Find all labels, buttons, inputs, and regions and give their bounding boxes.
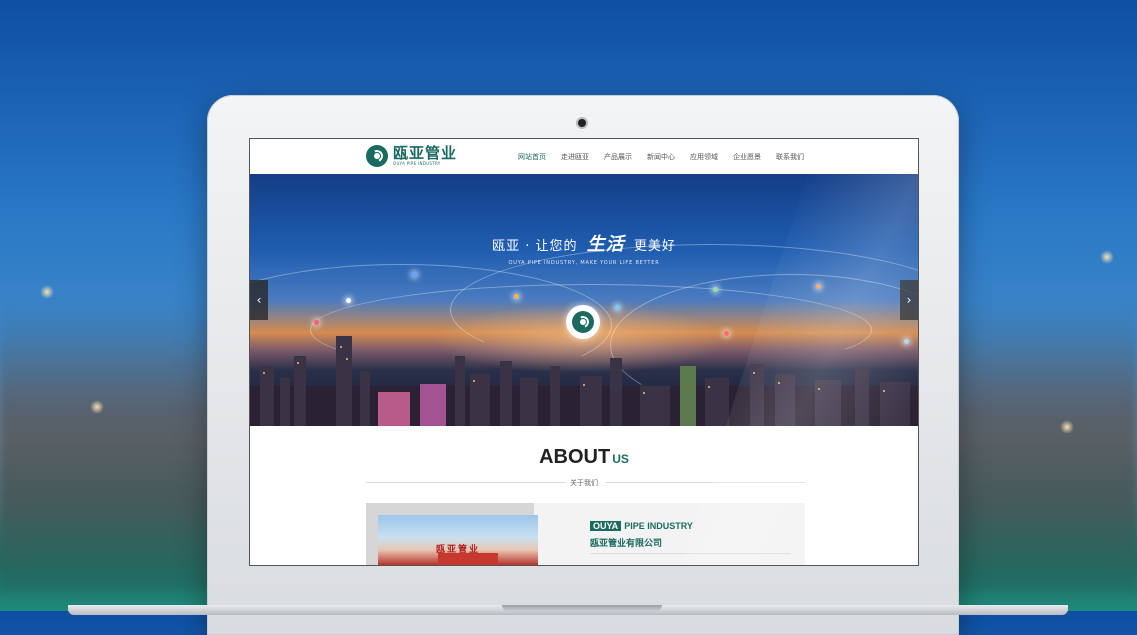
- divider: [590, 553, 790, 554]
- company-photo: 瓯亚管业: [378, 515, 538, 565]
- nav-item-about[interactable]: 走进瓯亚: [561, 152, 589, 162]
- camera-icon: [578, 119, 586, 127]
- about-panel: 瓯亚管业 OUYA PIPE INDUSTRY 瓯亚管业有限公司: [366, 503, 805, 565]
- network-node: [412, 272, 417, 277]
- chevron-right-icon[interactable]: ›: [900, 280, 918, 320]
- network-node: [346, 298, 351, 303]
- nav-item-home[interactable]: 网站首页: [518, 152, 546, 162]
- bokeh-light: [90, 400, 104, 414]
- chevron-left-icon[interactable]: ‹: [250, 280, 268, 320]
- nav-item-products[interactable]: 产品展示: [604, 152, 632, 162]
- about-title-sub: US: [612, 452, 629, 466]
- network-node: [816, 284, 821, 289]
- network-node: [514, 294, 519, 299]
- nav-item-vision[interactable]: 企业愿景: [733, 152, 761, 162]
- logo-name-en: OUYA PIPE INDUSTRY: [393, 161, 441, 166]
- company-en-rest: PIPE INDUSTRY: [624, 521, 693, 531]
- main-nav: 网站首页 走进瓯亚 产品展示 新闻中心 应用领域 企业愿景 联系我们: [518, 139, 819, 174]
- company-tag: OUYA: [590, 521, 622, 531]
- laptop-notch: [502, 605, 662, 611]
- about-title: ABOUT US: [250, 446, 918, 469]
- bokeh-light: [1060, 420, 1074, 434]
- network-node: [713, 287, 718, 292]
- headline-post: 更美好: [633, 239, 676, 254]
- about-caption: 关于我们: [570, 479, 598, 487]
- logo-icon: [366, 145, 388, 167]
- building-roof: [438, 553, 498, 565]
- logo-name-cn: 瓯亚管业: [393, 144, 458, 162]
- banner-subtitle: OUYA PIPE INDUSTRY, MAKE YOUR LIFE BETTE…: [508, 260, 660, 266]
- bokeh-light: [40, 285, 54, 299]
- headline-pre: 瓯亚 · 让您的: [492, 239, 578, 254]
- company-photo-frame: 瓯亚管业: [366, 503, 538, 565]
- network-node: [615, 305, 620, 310]
- company-name-cn: 瓯亚管业有限公司: [590, 539, 663, 549]
- about-section: ABOUT US 关于我们 瓯亚管业 OUYA PIPE INDUSTRY 瓯亚管业…: [250, 426, 918, 565]
- site-logo[interactable]: 瓯亚管业 OUYA PIPE INDUSTRY: [366, 145, 457, 167]
- site-header: 瓯亚管业 OUYA PIPE INDUSTRY 网站首页 走进瓯亚 产品展示 新…: [250, 139, 918, 174]
- headline-script: 生活: [586, 234, 625, 255]
- city-skyline: [250, 336, 918, 426]
- company-name-en: OUYA PIPE INDUSTRY: [590, 521, 693, 531]
- about-title-main: ABOUT: [539, 446, 611, 468]
- nav-item-applications[interactable]: 应用领域: [690, 152, 718, 162]
- banner-headline: 瓯亚 · 让您的 生活 更美好: [250, 230, 918, 256]
- bokeh-light: [1100, 250, 1114, 264]
- hero-banner: 瓯亚 · 让您的 生活 更美好 OUYA PIPE INDUSTRY, MAKE…: [250, 174, 918, 426]
- laptop-screen: 瓯亚管业 OUYA PIPE INDUSTRY 网站首页 走进瓯亚 产品展示 新…: [249, 138, 919, 566]
- nav-item-contact[interactable]: 联系我们: [776, 152, 804, 162]
- nav-item-news[interactable]: 新闻中心: [647, 152, 675, 162]
- banner-title: 瓯亚 · 让您的 生活 更美好 OUYA PIPE INDUSTRY, MAKE…: [250, 230, 918, 266]
